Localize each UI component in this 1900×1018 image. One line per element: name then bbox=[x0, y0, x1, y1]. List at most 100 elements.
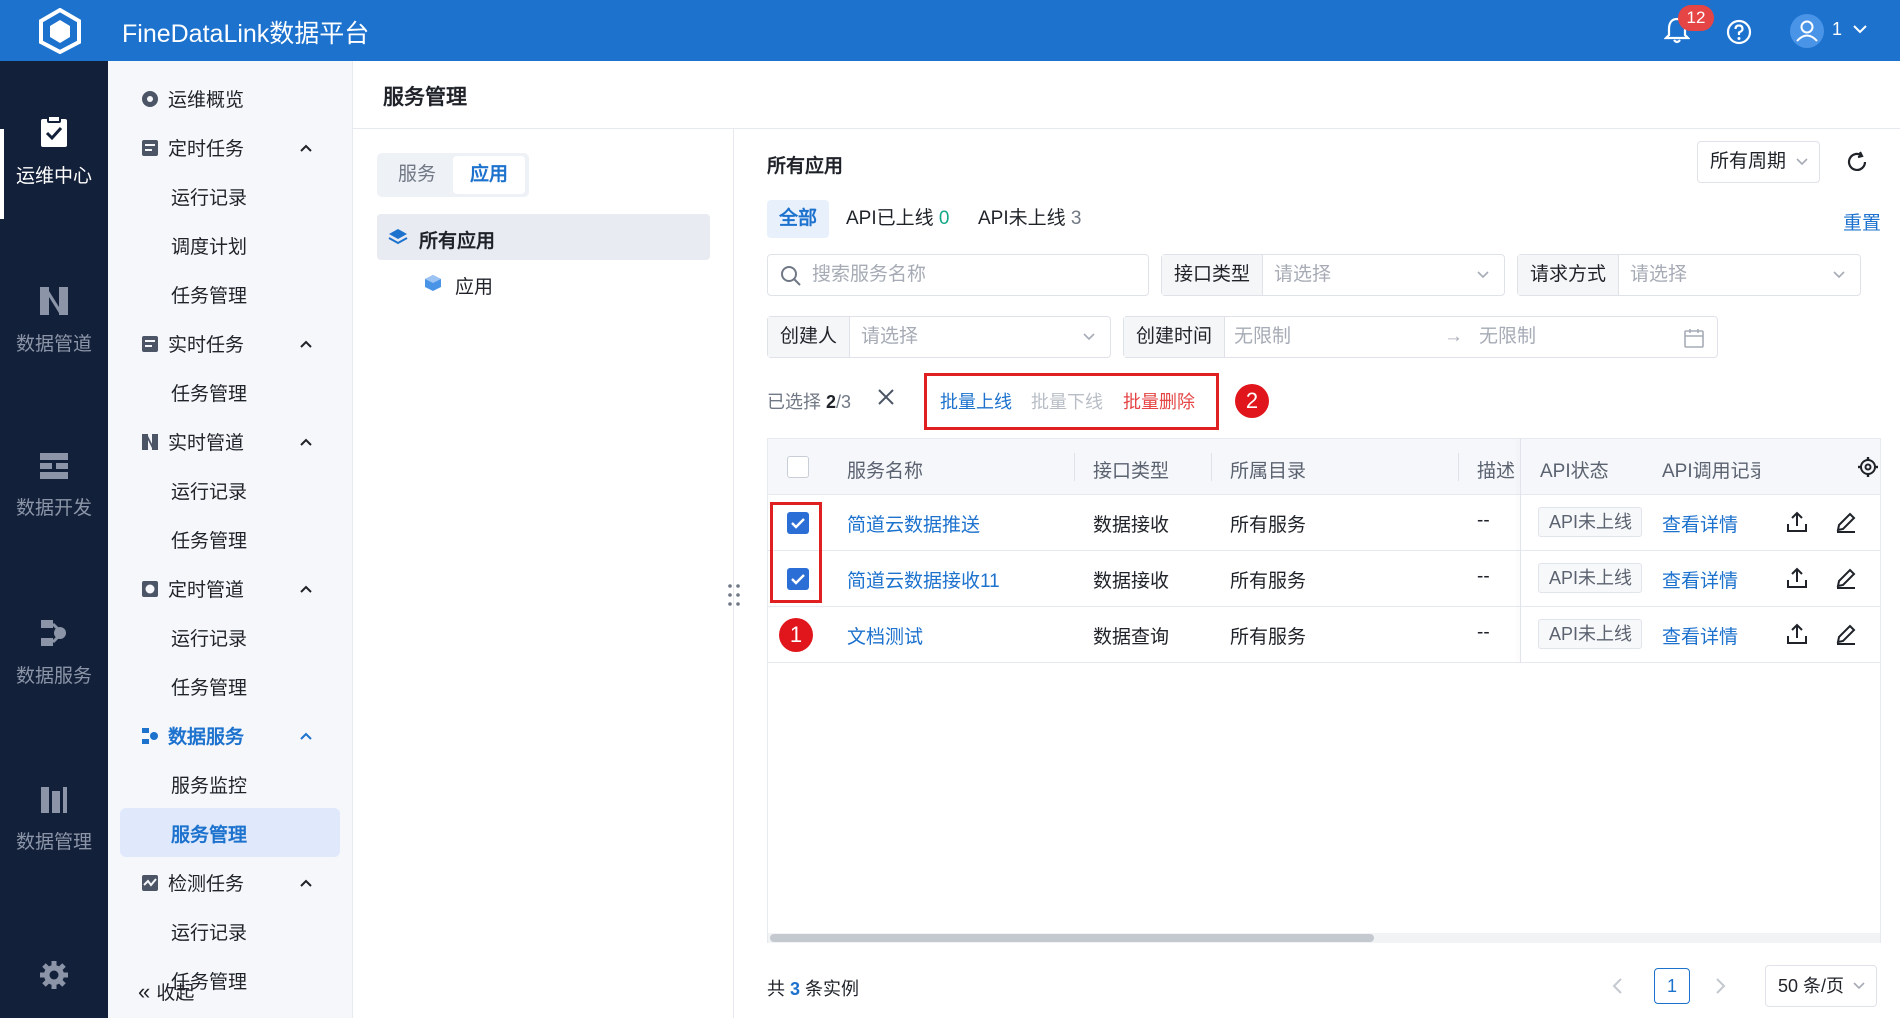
sidebar-group-scheduled-task[interactable]: 定时任务 bbox=[140, 134, 244, 161]
interface-type: 数据接收 bbox=[1093, 571, 1170, 592]
refresh-icon[interactable] bbox=[1845, 150, 1869, 174]
page-title: 服务管理 bbox=[383, 86, 467, 109]
column-header-api-calls[interactable]: API调用记录 bbox=[1662, 456, 1760, 483]
service-icon bbox=[41, 620, 66, 646]
chevron-up-icon[interactable] bbox=[298, 877, 314, 889]
chevron-down-icon[interactable] bbox=[1852, 22, 1868, 36]
column-header-interface[interactable]: 接口类型 bbox=[1093, 456, 1169, 483]
logo-icon[interactable] bbox=[36, 8, 84, 54]
sidebar-item-task-manage[interactable]: 任务管理 bbox=[171, 673, 247, 700]
tab-service[interactable]: 服务 bbox=[381, 156, 453, 194]
tab-api-offline[interactable]: API未上线 3 bbox=[978, 200, 1081, 238]
table-row[interactable]: 1 文档测试 数据查询 所有服务 -- API未上线 查看详情 bbox=[768, 607, 1880, 663]
select-placeholder: 请选择 bbox=[861, 326, 919, 347]
scrollbar-thumb[interactable] bbox=[770, 934, 1374, 942]
edit-icon[interactable] bbox=[1834, 566, 1858, 590]
upload-icon[interactable] bbox=[1785, 510, 1809, 534]
edit-icon[interactable] bbox=[1834, 622, 1858, 646]
view-details-link[interactable]: 查看详情 bbox=[1662, 566, 1738, 593]
chevron-up-icon[interactable] bbox=[298, 583, 314, 595]
sidebar-item-run-records[interactable]: 运行记录 bbox=[171, 183, 247, 210]
selection-count: 2 bbox=[826, 392, 837, 412]
column-header-api-status[interactable]: API状态 bbox=[1540, 456, 1609, 483]
view-details-link[interactable]: 查看详情 bbox=[1662, 510, 1738, 537]
sidebar-item-service-manage[interactable]: 服务管理 bbox=[171, 820, 247, 847]
edit-icon[interactable] bbox=[1834, 510, 1858, 534]
sidebar-item-task-manage[interactable]: 任务管理 bbox=[171, 379, 247, 406]
rail-item-manage[interactable]: 数据管理 bbox=[0, 785, 108, 854]
period-select[interactable]: 所有周期 bbox=[1697, 141, 1820, 183]
chevron-right-icon[interactable] bbox=[1712, 976, 1728, 996]
drag-handle-icon[interactable] bbox=[724, 582, 744, 608]
rail-item-dev[interactable]: 数据开发 bbox=[0, 451, 108, 520]
sidebar-item-run-records[interactable]: 运行记录 bbox=[171, 918, 247, 945]
column-divider[interactable] bbox=[1458, 453, 1459, 481]
batch-delete-button[interactable]: 批量删除 bbox=[1123, 388, 1195, 414]
column-header-desc[interactable]: 描述 bbox=[1477, 456, 1515, 483]
tab-application[interactable]: 应用 bbox=[453, 156, 525, 194]
rail-item-ops[interactable]: 运维中心 bbox=[0, 115, 108, 188]
sidebar-group-scheduled-pipeline[interactable]: 定时管道 bbox=[140, 575, 244, 602]
gear-icon[interactable] bbox=[38, 959, 70, 991]
calendar-icon bbox=[1684, 329, 1704, 348]
view-details-link[interactable]: 查看详情 bbox=[1662, 622, 1738, 649]
request-method-select[interactable]: 请求方式 请选择 bbox=[1517, 254, 1861, 296]
close-icon[interactable] bbox=[876, 387, 896, 407]
chevron-up-icon[interactable] bbox=[298, 436, 314, 448]
sidebar-item-service-monitor[interactable]: 服务监控 bbox=[171, 771, 247, 798]
select-all-checkbox[interactable] bbox=[787, 456, 809, 478]
chevron-left-icon[interactable] bbox=[1610, 976, 1626, 996]
sidebar-item-run-records[interactable]: 运行记录 bbox=[171, 624, 247, 651]
batch-online-button[interactable]: 批量上线 bbox=[940, 388, 1012, 414]
sidebar-item-run-records[interactable]: 运行记录 bbox=[171, 477, 247, 504]
tree-node-all-apps[interactable]: 所有应用 bbox=[419, 226, 495, 253]
column-header-directory[interactable]: 所属目录 bbox=[1230, 456, 1306, 483]
chevron-up-icon[interactable] bbox=[298, 730, 314, 742]
batch-offline-button[interactable]: 批量下线 bbox=[1031, 388, 1103, 414]
sidebar-item-overview[interactable]: 运维概览 bbox=[140, 85, 244, 112]
creator-select[interactable]: 创建人 请选择 bbox=[767, 316, 1111, 358]
sidebar-group-check-task[interactable]: 检测任务 bbox=[140, 869, 244, 896]
api-status-tag: API未上线 bbox=[1538, 563, 1642, 593]
user-name[interactable]: 1 bbox=[1832, 19, 1842, 40]
column-header-name[interactable]: 服务名称 bbox=[847, 456, 923, 483]
chevron-up-icon[interactable] bbox=[298, 142, 314, 154]
sidebar-item-task-manage[interactable]: 任务管理 bbox=[171, 526, 247, 553]
help-icon[interactable] bbox=[1725, 18, 1753, 46]
reset-link[interactable]: 重置 bbox=[1843, 208, 1881, 235]
avatar[interactable] bbox=[1790, 14, 1824, 48]
rail-item-service[interactable]: 数据服务 bbox=[0, 617, 108, 688]
rail-item-pipeline[interactable]: 数据管道 bbox=[0, 285, 108, 356]
service-name-link[interactable]: 简道云数据推送 bbox=[847, 510, 980, 537]
tab-all[interactable]: 全部 bbox=[767, 200, 829, 238]
settings-icon[interactable] bbox=[1857, 456, 1879, 478]
column-divider[interactable] bbox=[1074, 453, 1075, 481]
chevron-up-icon[interactable] bbox=[298, 338, 314, 350]
interface-type-select[interactable]: 接口类型 请选择 bbox=[1161, 254, 1505, 296]
page-header: 服务管理 bbox=[353, 61, 1900, 129]
service-name-link[interactable]: 文档测试 bbox=[847, 622, 923, 649]
horizontal-scrollbar[interactable] bbox=[768, 933, 1880, 943]
sidebar-group-data-service[interactable]: 数据服务 bbox=[140, 722, 244, 749]
clock-pipeline-icon bbox=[142, 581, 158, 597]
upload-icon[interactable] bbox=[1785, 622, 1809, 646]
column-divider[interactable] bbox=[1211, 453, 1212, 481]
page-size-select[interactable]: 50 条/页 bbox=[1765, 965, 1877, 1007]
page-button-current[interactable]: 1 bbox=[1654, 968, 1690, 1004]
upload-icon[interactable] bbox=[1785, 566, 1809, 590]
tab-api-online[interactable]: API已上线 0 bbox=[846, 200, 949, 238]
table-row[interactable]: 简道云数据接收11 数据接收 所有服务 -- API未上线 查看详情 bbox=[768, 551, 1880, 607]
annotation-marker-1: 1 bbox=[779, 618, 813, 652]
sidebar-item-task-manage[interactable]: 任务管理 bbox=[171, 281, 247, 308]
search-input[interactable]: 搜索服务名称 bbox=[767, 254, 1149, 296]
collapse-button[interactable]: « 收起 bbox=[138, 978, 194, 1005]
create-time-range[interactable]: 创建时间 无限制 → 无限制 bbox=[1123, 316, 1718, 358]
sidebar-item-schedule-plan[interactable]: 调度计划 bbox=[171, 232, 247, 259]
annotation-marker-2: 2 bbox=[1235, 384, 1269, 418]
pipeline-icon bbox=[142, 434, 158, 450]
sidebar-group-realtime-task[interactable]: 实时任务 bbox=[140, 330, 244, 357]
table-row[interactable]: 简道云数据推送 数据接收 所有服务 -- API未上线 查看详情 bbox=[768, 495, 1880, 551]
tree-node-app[interactable]: 应用 bbox=[455, 272, 493, 299]
service-name-link[interactable]: 简道云数据接收11 bbox=[847, 566, 1000, 593]
sidebar-group-realtime-pipeline[interactable]: 实时管道 bbox=[140, 428, 244, 455]
